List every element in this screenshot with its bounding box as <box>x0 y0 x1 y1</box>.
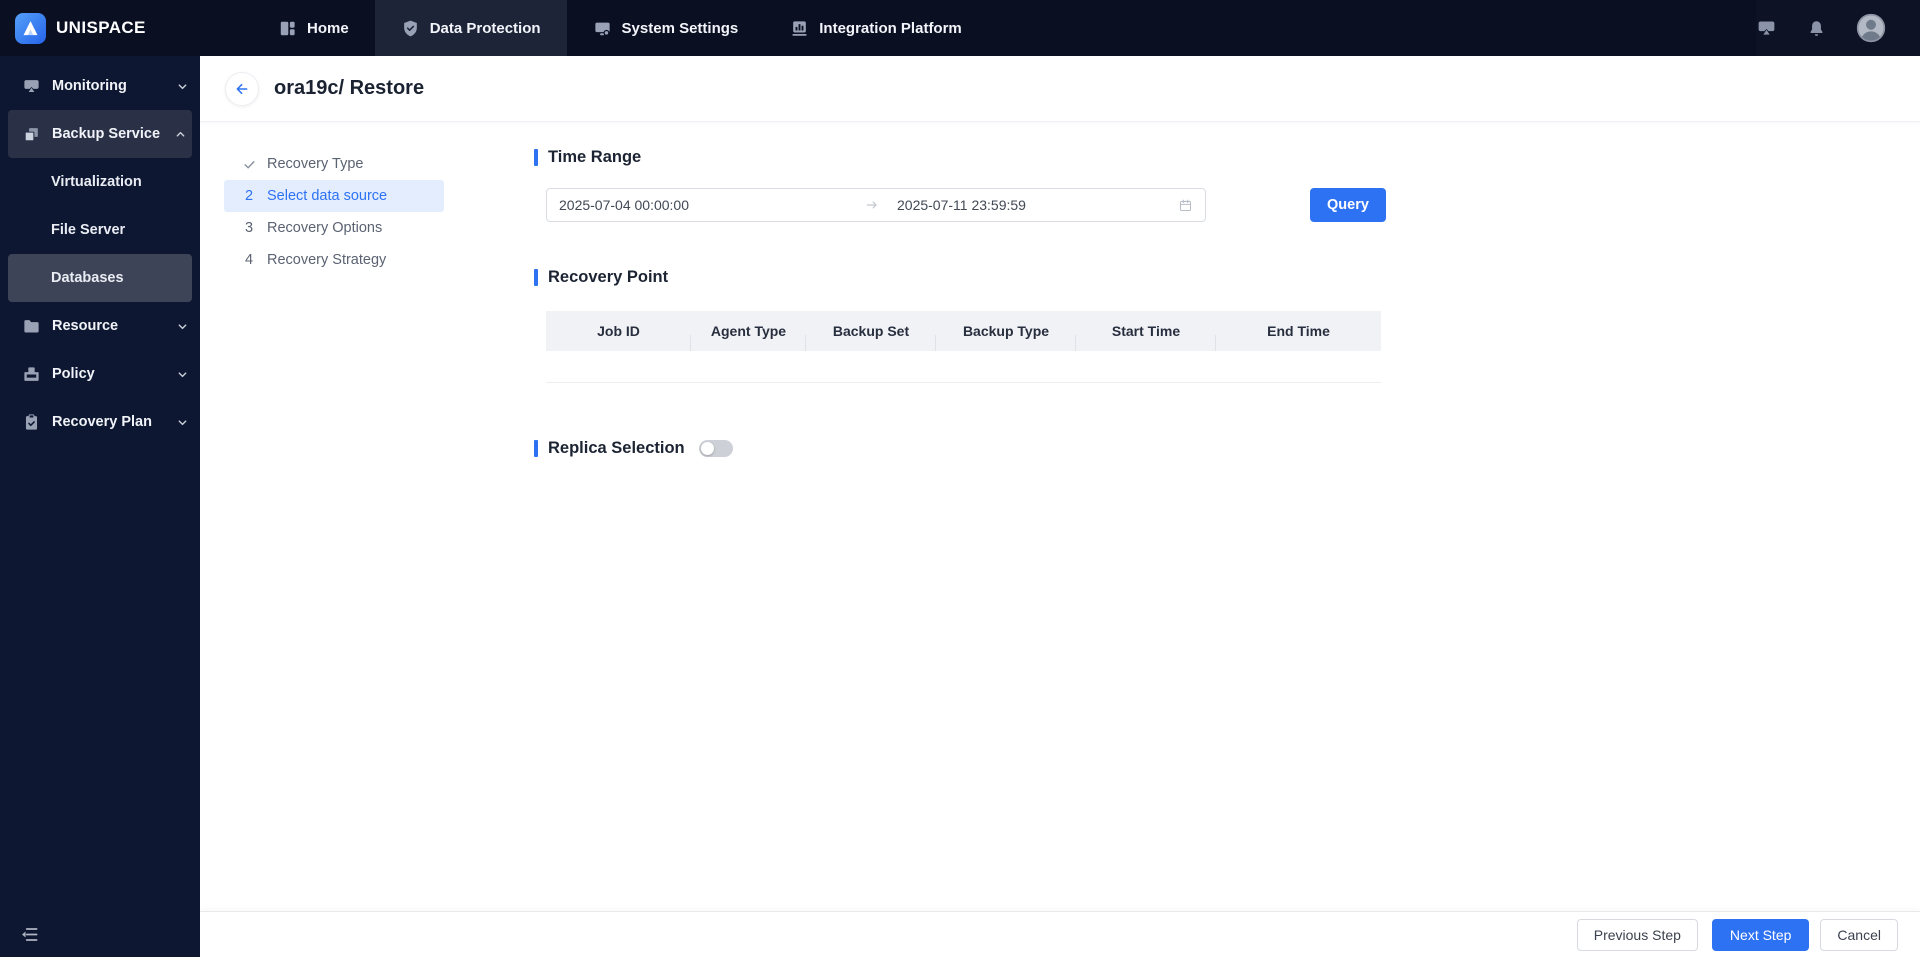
chevron-down-icon <box>177 81 188 92</box>
toggle-knob <box>700 442 714 455</box>
airplay-icon <box>22 77 41 96</box>
chevron-down-icon <box>177 321 188 332</box>
end-datetime-field[interactable]: 2025-07-11 23:59:59 <box>897 197 1178 213</box>
brand: UNISPACE <box>0 0 200 56</box>
wizard-content: Recovery Type 2 Select data source 3 Rec… <box>200 122 1920 458</box>
avatar[interactable] <box>1856 13 1886 43</box>
recovery-point-section: Recovery Point Job ID Agent Type Backup … <box>534 268 1394 383</box>
unispace-logo-icon <box>15 12 46 44</box>
chevron-down-icon <box>177 417 188 428</box>
clipboard-check-icon <box>22 413 41 432</box>
topbar-right <box>1756 0 1920 56</box>
sidebar-item-label: Backup Service <box>52 126 161 142</box>
sidebar-item-recovery-plan[interactable]: Recovery Plan <box>0 398 200 446</box>
sidebar-item-resource[interactable]: Resource <box>0 302 200 350</box>
wizard-steps: Recovery Type 2 Select data source 3 Rec… <box>224 148 444 458</box>
chevron-down-icon <box>177 369 188 380</box>
home-icon <box>278 19 297 38</box>
tab-label: Integration Platform <box>819 19 962 37</box>
step-number: 4 <box>244 252 254 268</box>
step-number: 3 <box>244 220 254 236</box>
tab-label: Home <box>307 19 349 37</box>
folder-icon <box>22 317 41 336</box>
footer-action-bar: Previous Step Next Step Cancel <box>200 911 1920 957</box>
collapse-sidebar-icon[interactable] <box>20 925 39 944</box>
sidebar-item-label: Databases <box>51 270 124 286</box>
step-recovery-strategy[interactable]: 4 Recovery Strategy <box>224 244 444 276</box>
message-icon[interactable] <box>1756 18 1777 39</box>
column-header-job-id: Job ID <box>546 323 691 351</box>
range-arrow-icon <box>859 198 885 212</box>
sidebar-item-policy[interactable]: Policy <box>0 350 200 398</box>
recovery-point-table: Job ID Agent Type Backup Set Backup Type… <box>546 311 1381 383</box>
sidebar-item-monitoring[interactable]: Monitoring <box>0 62 200 110</box>
previous-step-button[interactable]: Previous Step <box>1576 918 1698 951</box>
sidebar-item-label: Policy <box>52 366 95 382</box>
column-header-backup-set: Backup Set <box>806 323 936 351</box>
recovery-point-title: Recovery Point <box>534 268 1394 287</box>
page-header: ora19c/ Restore <box>200 56 1920 122</box>
back-button[interactable] <box>225 71 259 106</box>
next-step-button[interactable]: Next Step <box>1711 918 1810 951</box>
tab-data-protection[interactable]: Data Protection <box>374 0 567 56</box>
query-button[interactable]: Query <box>1310 188 1386 222</box>
step-label: Recovery Options <box>267 220 383 236</box>
bar-chart-icon <box>790 19 809 38</box>
step-number: 2 <box>244 188 254 204</box>
start-datetime-field[interactable]: 2025-07-04 00:00:00 <box>559 197 859 213</box>
time-range-title: Time Range <box>534 148 1394 167</box>
form-column: Time Range 2025-07-04 00:00:00 2025-07-1… <box>534 148 1394 458</box>
sidebar-item-file-server[interactable]: File Server <box>0 206 200 254</box>
replica-selection-title: Replica Selection <box>534 439 685 458</box>
sidebar-item-label: Recovery Plan <box>52 414 152 430</box>
sidebar-item-label: Resource <box>52 318 119 334</box>
chevron-up-icon <box>175 129 186 140</box>
monitor-icon <box>593 19 612 38</box>
calendar-icon[interactable] <box>1178 198 1193 213</box>
table-header-row: Job ID Agent Type Backup Set Backup Type… <box>546 311 1381 351</box>
sidebar-item-label: Monitoring <box>52 78 127 94</box>
step-label: Recovery Strategy <box>267 252 387 268</box>
arrow-left-icon <box>236 83 248 94</box>
step-select-data-source[interactable]: 2 Select data source <box>224 180 444 212</box>
step-label: Recovery Type <box>267 156 364 172</box>
cancel-button[interactable]: Cancel <box>1820 918 1898 951</box>
sidebar-footer <box>0 911 200 957</box>
top-navbar: UNISPACE Home Data Protection System Set… <box>0 0 1920 56</box>
shield-icon <box>401 19 420 38</box>
brand-name: UNISPACE <box>56 18 146 37</box>
inbox-icon <box>22 365 41 384</box>
column-header-agent-type: Agent Type <box>691 323 806 351</box>
replica-selection-toggle[interactable] <box>698 440 733 457</box>
check-icon <box>242 158 256 171</box>
table-empty-body <box>546 351 1381 383</box>
step-recovery-options[interactable]: 3 Recovery Options <box>224 212 444 244</box>
sidebar-item-label: Virtualization <box>51 174 142 190</box>
sidebar: Monitoring Backup Service Virtualization… <box>0 56 200 957</box>
step-label: Select data source <box>267 188 388 204</box>
bell-icon[interactable] <box>1807 19 1826 38</box>
tab-label: System Settings <box>621 19 739 37</box>
sidebar-item-virtualization[interactable]: Virtualization <box>0 158 200 206</box>
page-title: ora19c/ Restore <box>274 77 425 99</box>
tab-home[interactable]: Home <box>252 0 375 56</box>
copy-icon <box>22 125 41 144</box>
column-header-backup-type: Backup Type <box>936 323 1076 351</box>
main-area: ora19c/ Restore Recovery Type 2 Select d… <box>200 56 1920 957</box>
sidebar-item-backup-service[interactable]: Backup Service <box>8 110 192 158</box>
replica-selection-section: Replica Selection <box>534 439 1394 458</box>
date-range-picker[interactable]: 2025-07-04 00:00:00 2025-07-11 23:59:59 <box>546 188 1206 222</box>
column-header-start-time: Start Time <box>1076 323 1216 351</box>
step-recovery-type[interactable]: Recovery Type <box>224 148 444 180</box>
column-header-end-time: End Time <box>1267 323 1330 339</box>
tab-label: Data Protection <box>429 19 541 37</box>
sidebar-item-databases[interactable]: Databases <box>8 254 192 302</box>
sidebar-item-label: File Server <box>51 222 126 238</box>
time-range-row: 2025-07-04 00:00:00 2025-07-11 23:59:59 … <box>546 188 1394 222</box>
nav-tabs: Home Data Protection System Settings Int… <box>252 0 988 56</box>
tab-system-settings[interactable]: System Settings <box>567 0 765 56</box>
tab-integration-platform[interactable]: Integration Platform <box>764 0 988 56</box>
